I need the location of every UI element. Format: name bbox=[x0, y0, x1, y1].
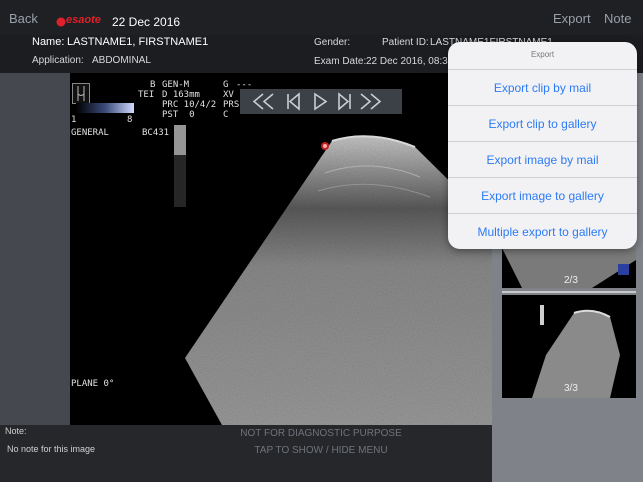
note-button[interactable]: Note bbox=[604, 11, 631, 26]
xv-label: XV bbox=[223, 90, 234, 100]
thumbnail-2[interactable]: 2/3 bbox=[502, 248, 636, 288]
export-image-by-mail-item[interactable]: Export image by mail bbox=[448, 141, 637, 177]
multiple-export-to-gallery-item[interactable]: Multiple export to gallery bbox=[448, 213, 637, 249]
patient-id-label: Patient ID: bbox=[382, 37, 429, 48]
fast-forward-icon[interactable] bbox=[358, 91, 382, 112]
probe-mode: GEN-M bbox=[162, 80, 190, 90]
probe-label: BC431 bbox=[142, 128, 170, 138]
left-panel bbox=[0, 73, 70, 425]
back-button[interactable]: Back bbox=[9, 11, 38, 26]
play-icon[interactable] bbox=[308, 91, 332, 112]
export-menu-title: Export bbox=[530, 50, 555, 59]
thumbnail-3[interactable]: 3/3 bbox=[502, 295, 636, 398]
export-menu: Export Export clip by mail Export clip t… bbox=[448, 42, 637, 249]
export-image-to-gallery-item[interactable]: Export image to gallery bbox=[448, 177, 637, 213]
scale-max: 8 bbox=[127, 115, 133, 125]
ultrasound-viewer[interactable]: 1 8 GENERAL BC431 B GEN-M TEI D 163mm PR… bbox=[70, 73, 492, 425]
patient-name: LASTNAME1, FIRSTNAME1 bbox=[67, 36, 209, 48]
g-label: G bbox=[223, 80, 229, 90]
ultrasound-image bbox=[174, 125, 492, 425]
scale-min: 1 bbox=[71, 115, 77, 125]
thumbnail-3-label: 3/3 bbox=[564, 383, 578, 394]
header-date: 22 Dec 2016 bbox=[112, 15, 181, 29]
tei-label: TEI bbox=[138, 90, 155, 100]
application-value: ABDOMINAL bbox=[92, 55, 151, 66]
exam-date-value: 22 Dec 2016, 08:36 bbox=[366, 56, 454, 67]
toggle-menu-hint[interactable]: TAP TO SHOW / HIDE MENU bbox=[150, 445, 492, 456]
name-label: Name: bbox=[32, 36, 65, 48]
export-button[interactable]: Export bbox=[553, 11, 591, 26]
grayscale-bar bbox=[76, 103, 134, 113]
esaote-logo: esaote bbox=[56, 14, 101, 29]
mode-label: B bbox=[150, 80, 156, 90]
exam-date-label: Exam Date: bbox=[314, 56, 367, 67]
note-value: No note for this image bbox=[7, 444, 96, 454]
plane-label: PLANE 0° bbox=[71, 379, 115, 389]
prs-label: PRS bbox=[223, 100, 240, 110]
depth-label: D 163mm bbox=[162, 90, 200, 100]
playback-controls bbox=[240, 89, 402, 114]
step-back-icon[interactable] bbox=[282, 91, 306, 112]
application-label: Application: bbox=[32, 55, 84, 66]
step-forward-icon[interactable] bbox=[332, 91, 356, 112]
thumbnail-2-label: 2/3 bbox=[564, 275, 578, 286]
body-marker-icon bbox=[72, 83, 90, 104]
note-label: Note: bbox=[5, 426, 27, 436]
thumbnail-separator bbox=[502, 291, 636, 293]
top-bar: Back esaote 22 Dec 2016 Export Note bbox=[0, 0, 643, 35]
pst-label: PST 0 bbox=[162, 110, 195, 120]
preset-label: GENERAL bbox=[71, 128, 109, 138]
disclaimer-text: NOT FOR DIAGNOSTIC PURPOSE bbox=[240, 428, 402, 439]
export-clip-to-gallery-item[interactable]: Export clip to gallery bbox=[448, 105, 637, 141]
c-label: C bbox=[223, 110, 229, 120]
rewind-icon[interactable] bbox=[252, 91, 276, 112]
export-clip-by-mail-item[interactable]: Export clip by mail bbox=[448, 69, 637, 105]
brand-text: esaote bbox=[66, 14, 101, 26]
gender-label: Gender: bbox=[314, 37, 351, 48]
prc-label: PRC 10/4/2 bbox=[162, 100, 217, 110]
